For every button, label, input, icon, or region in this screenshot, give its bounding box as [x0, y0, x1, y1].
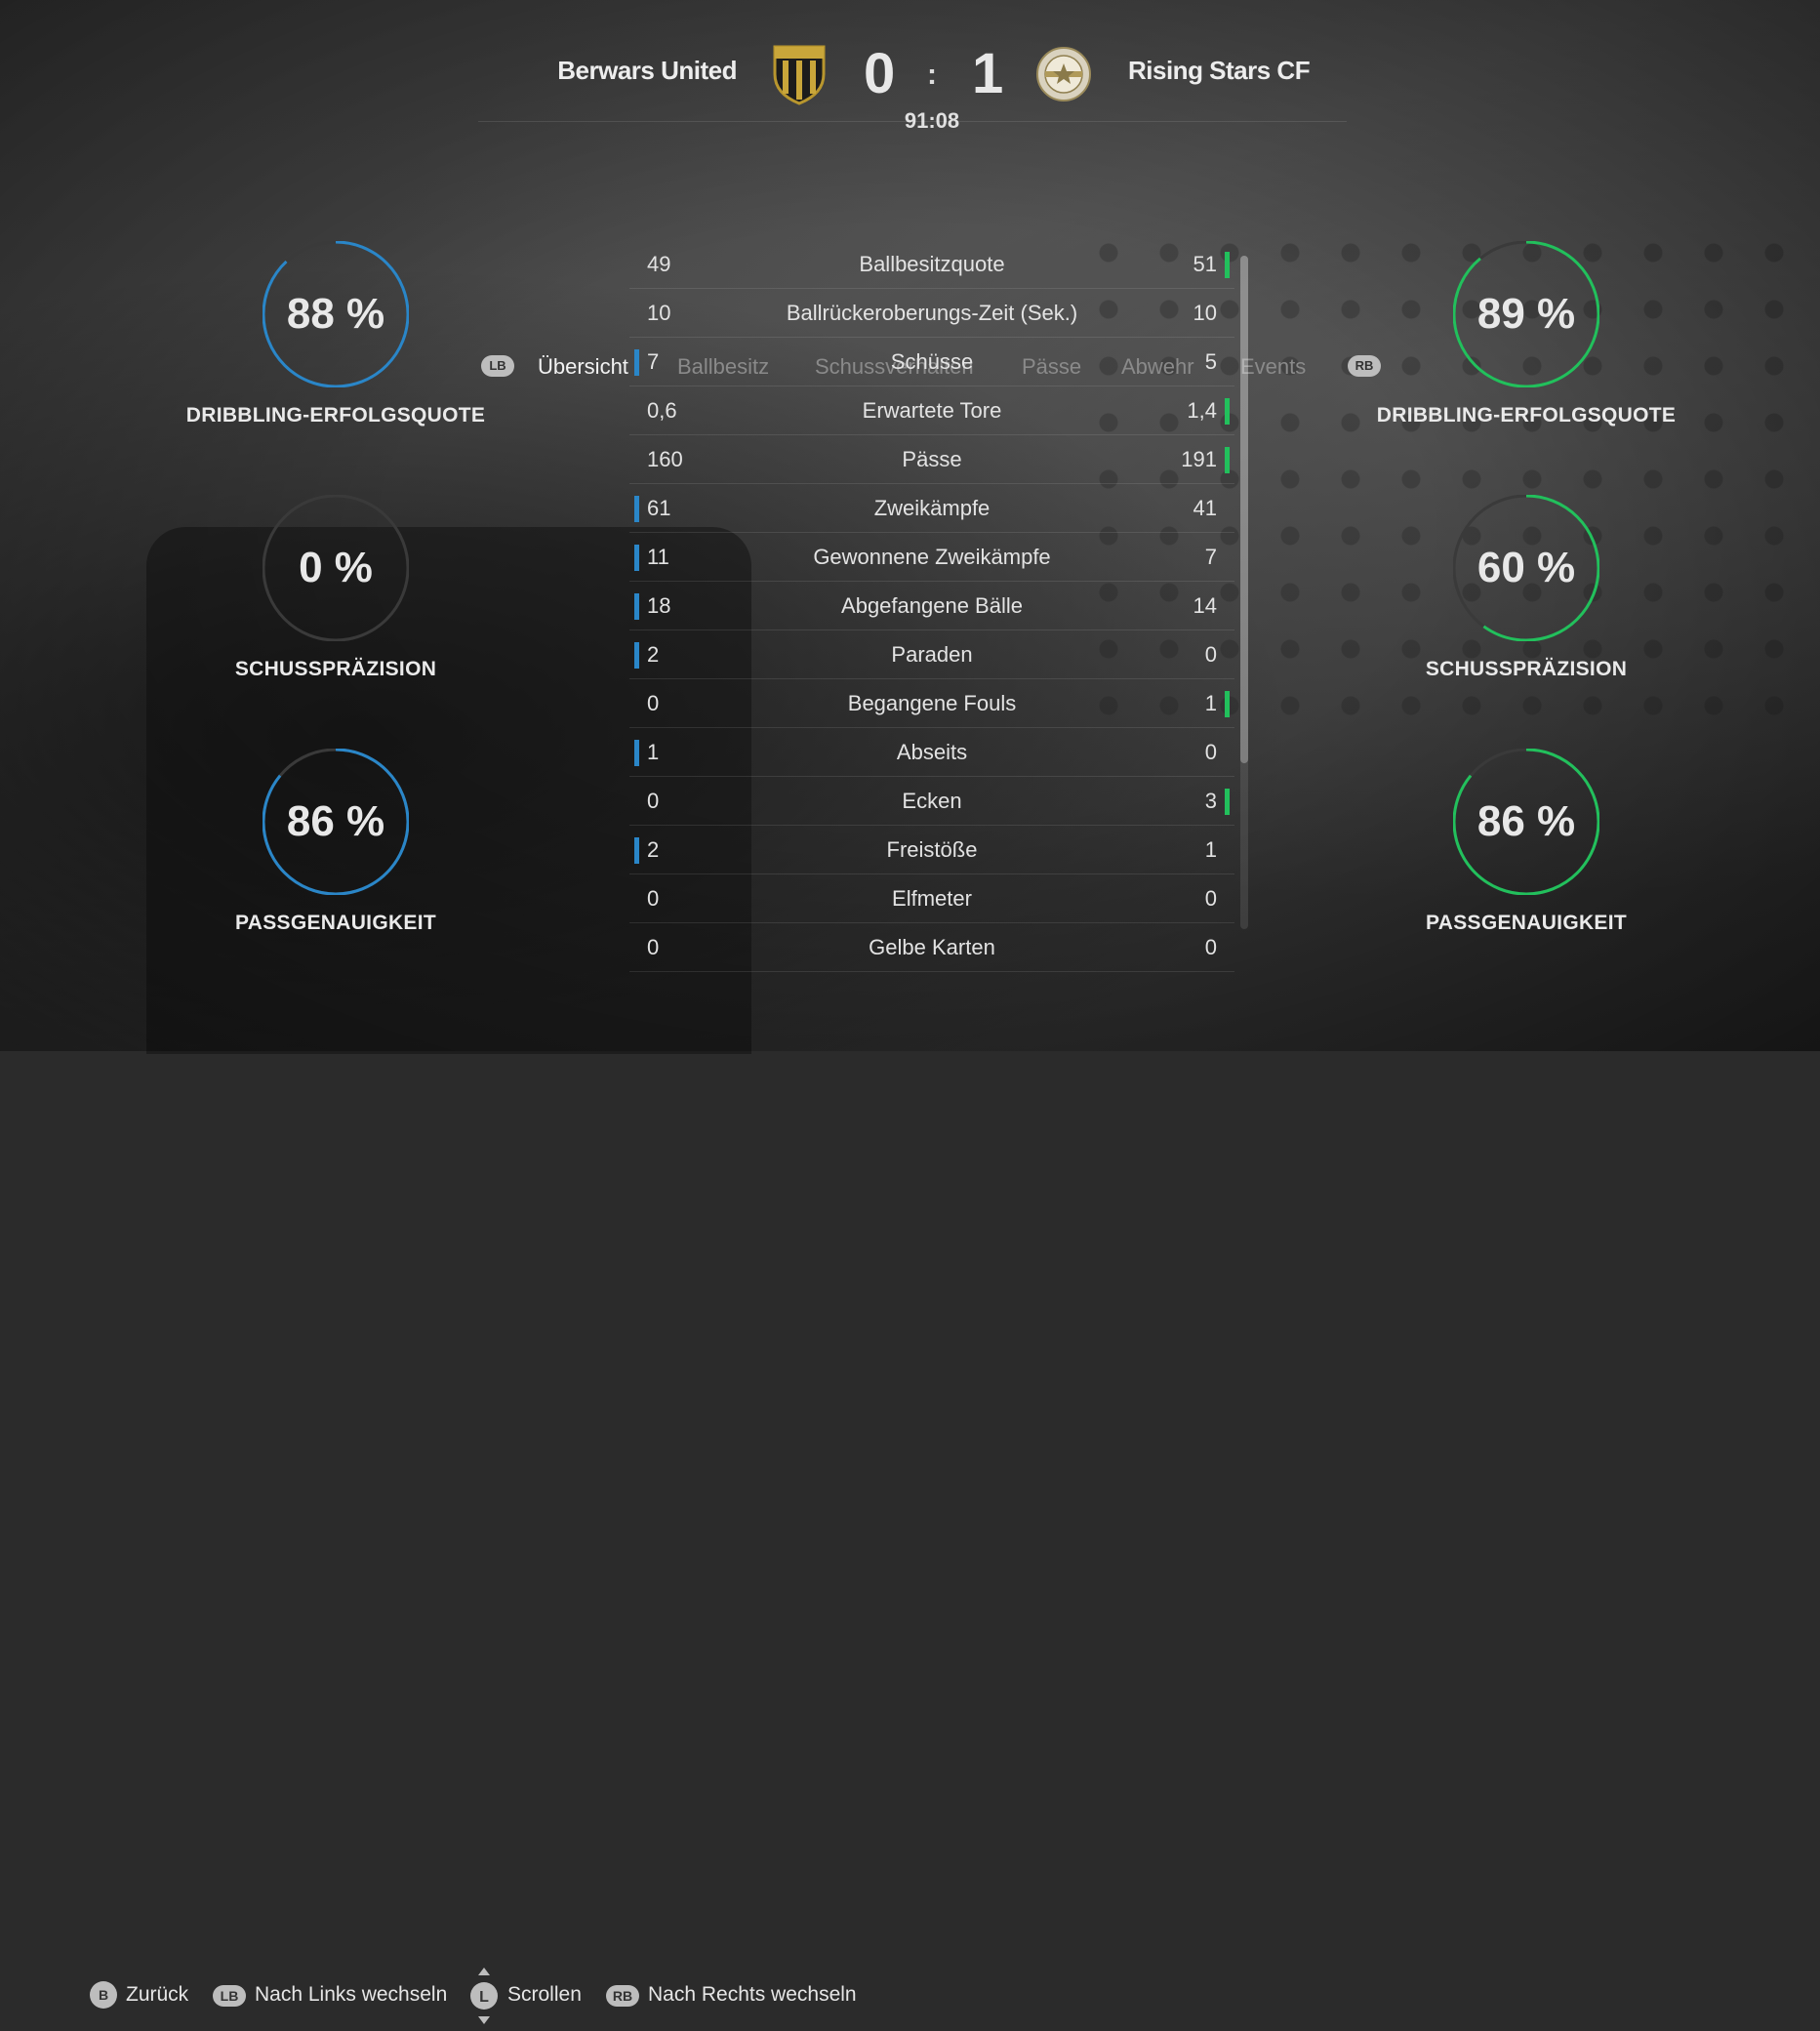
- svg-text:L: L: [479, 1989, 489, 2006]
- away-stat-value: 10: [1193, 301, 1217, 325]
- stat-row: 11 Gewonnene Zweikämpfe 7: [629, 533, 1234, 582]
- ring-label: PASSGENAUIGKEIT: [235, 912, 436, 934]
- stat-label: Paraden: [891, 642, 973, 667]
- away-stat-value: 1: [1204, 837, 1217, 862]
- stat-label: Gewonnene Zweikämpfe: [813, 545, 1051, 569]
- stat-row: 0 Begangene Fouls 1: [629, 679, 1234, 728]
- stat-row: 0,6 Erwartete Tore 1,4: [629, 386, 1234, 435]
- b-button-icon[interactable]: B: [90, 1981, 117, 2009]
- stats-scrollbar[interactable]: [1240, 256, 1248, 929]
- ring-value: 0 %: [299, 544, 373, 591]
- away-stat-value: 191: [1181, 447, 1217, 471]
- stat-row: 10 Ballrückeroberungs-Zeit (Sek.) 10: [629, 289, 1234, 338]
- away-stat-value: 0: [1204, 886, 1217, 911]
- home-team-name: Berwars United: [557, 56, 737, 85]
- ring-value: 86 %: [1476, 797, 1576, 845]
- stat-row: 2 Paraden 0: [629, 630, 1234, 679]
- stats-scrollbar-thumb[interactable]: [1240, 256, 1248, 763]
- ring-value: 89 %: [1476, 290, 1576, 338]
- stat-row: 1 Abseits 0: [629, 728, 1234, 777]
- home-score: 0: [864, 42, 896, 105]
- ring-label: PASSGENAUIGKEIT: [1426, 912, 1627, 934]
- rb-button-icon[interactable]: RB: [606, 1985, 639, 2007]
- away-stat-value: 5: [1204, 349, 1217, 374]
- controls-footer: B Zurück LB Nach Links wechseln L Scroll…: [0, 986, 1820, 2024]
- left-stick-icon[interactable]: L: [467, 1966, 501, 2026]
- stat-ring: 86 % PASSGENAUIGKEIT: [1370, 749, 1682, 983]
- scroll-label[interactable]: Scrollen: [507, 1983, 582, 2007]
- stat-row: 0 Elfmeter 0: [629, 874, 1234, 923]
- stat-label: Ballbesitzquote: [859, 252, 1005, 276]
- away-stat-value: 0: [1204, 740, 1217, 764]
- stat-label: Elfmeter: [892, 886, 972, 911]
- stat-row: 2 Freistöße 1: [629, 826, 1234, 874]
- stat-label: Gelbe Karten: [869, 935, 995, 959]
- away-team-crest-icon: [1035, 46, 1092, 102]
- stat-label: Erwartete Tore: [862, 398, 1002, 423]
- stat-ring: 86 % PASSGENAUIGKEIT: [180, 749, 492, 983]
- stat-label: Freistöße: [886, 837, 978, 862]
- stat-row: 18 Abgefangene Bälle 14: [629, 582, 1234, 630]
- stat-row: 160 Pässe 191: [629, 435, 1234, 484]
- stat-row: 49 Ballbesitzquote 51: [629, 240, 1234, 289]
- header-divider: [478, 121, 1347, 122]
- stat-label: Abgefangene Bälle: [841, 593, 1023, 618]
- tab-events[interactable]: Events: [1240, 354, 1306, 380]
- ring-value: 86 %: [286, 797, 385, 845]
- stat-label: Abseits: [896, 740, 968, 764]
- stats-table: 49 Ballbesitzquote 51 10 Ballrückeroberungs-…: [629, 240, 1234, 972]
- away-stat-value: 41: [1193, 496, 1217, 520]
- away-stat-value: 1: [1204, 691, 1217, 715]
- tab-uebersicht[interactable]: Übersicht: [538, 354, 628, 380]
- away-stat-value: 0: [1204, 642, 1217, 667]
- stats-tab-bar: LB Übersicht Ballbesitz Schussverhalten …: [0, 176, 1820, 379]
- home-team-crest-icon: [771, 41, 828, 105]
- stat-ring: 89 % DRIBBLING-ERFOLGSQUOTE: [1370, 241, 1682, 475]
- stat-row: 0 Gelbe Karten 0: [629, 923, 1234, 972]
- scoreboard-header: Berwars United 0 : 1 Rising Stars CF 91:…: [0, 0, 1820, 137]
- ring-label: SCHUSSPRÄZISION: [1425, 658, 1628, 680]
- stat-row: 7 Schüsse 5: [629, 338, 1234, 386]
- stat-ring: 0 % SCHUSSPRÄZISION: [180, 495, 492, 729]
- ring-label: DRIBBLING-ERFOLGSQUOTE: [185, 404, 486, 427]
- away-team-name: Rising Stars CF: [1128, 56, 1311, 85]
- stat-ring: 88 % DRIBBLING-ERFOLGSQUOTE: [180, 241, 492, 475]
- away-stat-value: 0: [1204, 935, 1217, 959]
- switch-right-label[interactable]: Nach Rechts wechseln: [648, 1983, 857, 2007]
- back-label[interactable]: Zurück: [126, 1983, 188, 2007]
- away-stat-value: 14: [1193, 593, 1217, 618]
- score-separator: :: [927, 59, 937, 91]
- away-stat-value: 7: [1204, 545, 1217, 569]
- away-stat-value: 3: [1204, 789, 1217, 813]
- away-score: 1: [972, 42, 1004, 105]
- switch-left-label[interactable]: Nach Links wechseln: [255, 1983, 447, 2007]
- stat-row: 61 Zweikämpfe 41: [629, 484, 1234, 533]
- away-stat-value: 1,4: [1187, 398, 1217, 423]
- lb-button-icon[interactable]: LB: [213, 1985, 246, 2007]
- stat-label: Ballrückeroberungs-Zeit (Sek.): [786, 301, 1078, 325]
- stat-label: Schüsse: [890, 349, 974, 374]
- stat-ring: 60 % SCHUSSPRÄZISION: [1370, 495, 1682, 729]
- ring-value: 88 %: [286, 290, 385, 338]
- ring-value: 60 %: [1476, 544, 1576, 591]
- stat-label: Begangene Fouls: [847, 691, 1017, 715]
- away-stat-value: 51: [1193, 252, 1217, 276]
- stat-label: Zweikämpfe: [873, 496, 991, 520]
- ring-label: SCHUSSPRÄZISION: [234, 658, 437, 680]
- ring-label: DRIBBLING-ERFOLGSQUOTE: [1376, 404, 1677, 427]
- stat-label: Ecken: [902, 789, 962, 813]
- stat-label: Pässe: [902, 447, 962, 471]
- stat-row: 0 Ecken 3: [629, 777, 1234, 826]
